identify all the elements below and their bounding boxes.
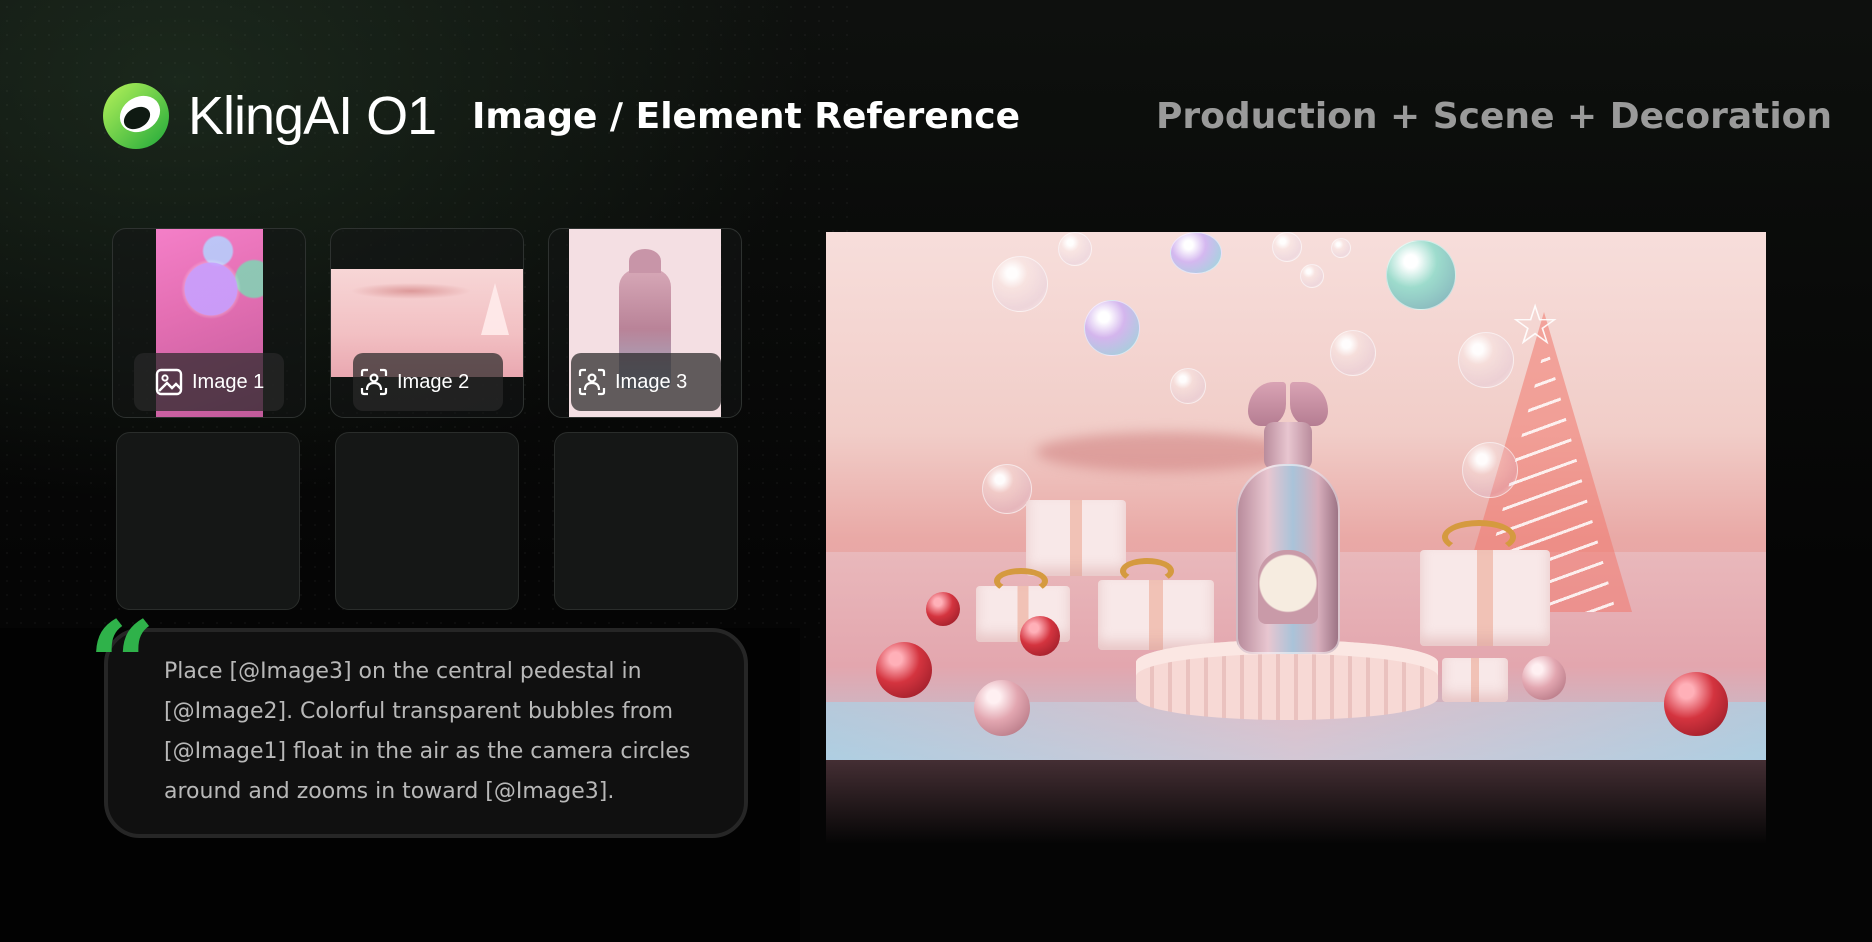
scene-bubble — [1331, 238, 1351, 258]
scene-ornament — [1664, 672, 1728, 736]
reference-slot-2[interactable]: Image 2 — [330, 228, 524, 418]
scene-bubble — [1084, 300, 1140, 356]
reference-slot-label: Image 3 — [571, 353, 721, 411]
generated-video-preview: ☆ — [826, 232, 1766, 760]
quote-mark-icon: “ — [88, 595, 156, 734]
scene-bubble — [1458, 332, 1514, 388]
kling-logo-icon — [103, 83, 169, 149]
page-subtitle: Production + Scene + Decoration — [1156, 96, 1833, 137]
kling-logo: KlingAI O1 — [100, 80, 437, 152]
scene-bottle-neck — [1264, 422, 1312, 470]
scene-ornament — [876, 642, 932, 698]
scene-gift-box — [1026, 500, 1126, 576]
scene-butterfly-wing — [1248, 382, 1286, 426]
scene-gift-bow — [1120, 558, 1174, 584]
scene-bubble — [1272, 232, 1302, 262]
scene-ornament — [1020, 616, 1060, 656]
scene-bubble — [1330, 330, 1376, 376]
scene-gift-box — [1442, 658, 1508, 702]
image-icon — [155, 368, 183, 396]
scene-bottle-label — [1258, 550, 1318, 624]
scene-bubble — [1170, 368, 1206, 404]
scene-bubble — [1300, 264, 1324, 288]
scene-gift-box — [1420, 550, 1550, 646]
scene-bubble — [1058, 232, 1092, 266]
tree-star-icon: ☆ — [1510, 293, 1561, 358]
element-icon — [578, 368, 606, 396]
scene-gift-bow — [1442, 520, 1516, 554]
reference-slot-1[interactable]: Image 1 — [112, 228, 306, 418]
scene-ornament — [1522, 656, 1566, 700]
scene-cloud — [1036, 432, 1296, 472]
scene-bubble — [1462, 442, 1518, 498]
slot-label-text: Image 1 — [192, 370, 265, 393]
reference-slot-empty-5[interactable] — [335, 432, 519, 610]
scene-ornament — [974, 680, 1030, 736]
scene-gift-box — [1098, 580, 1214, 650]
page-title: Image / Element Reference — [472, 96, 1021, 137]
reference-slot-label: Image 1 — [134, 353, 284, 411]
logo-text: KlingAI O1 — [188, 86, 437, 146]
scene-ornament — [926, 592, 960, 626]
reference-slot-empty-4[interactable] — [116, 432, 300, 610]
slot-label-text: Image 2 — [397, 370, 470, 393]
reference-slot-label: Image 2 — [353, 353, 503, 411]
scene-bubble — [982, 464, 1032, 514]
slot-label-text: Image 3 — [615, 370, 688, 393]
scene-bubble — [1386, 240, 1456, 310]
scene-bubble — [992, 256, 1048, 312]
reference-slot-empty-6[interactable] — [554, 432, 738, 610]
element-icon — [360, 368, 388, 396]
prompt-text: Place [@Image3] on the central pedestal … — [164, 659, 691, 804]
scene-gift-bow — [994, 568, 1048, 594]
reference-slot-3[interactable]: Image 3 — [548, 228, 742, 418]
scene-butterfly-wing — [1290, 382, 1328, 426]
preview-reflection — [826, 760, 1766, 844]
scene-bubble — [1170, 232, 1222, 274]
